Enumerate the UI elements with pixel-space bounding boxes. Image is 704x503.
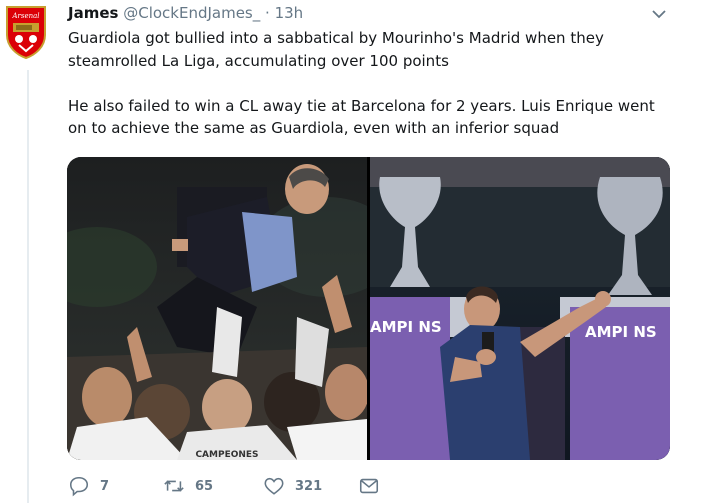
message-icon [359,478,379,494]
timestamp[interactable]: 13h [275,4,304,22]
thread-line [27,70,29,503]
avatar-text: Arsenal [11,12,39,20]
trophy-banner-left: AMPI NS [370,318,442,336]
chevron-down-icon[interactable] [652,9,666,19]
retweet-button[interactable]: 65 [163,474,213,498]
direct-message-button[interactable] [358,474,380,498]
tweet-actions: 7 65 321 [68,474,388,498]
tweet-header: James @ClockEndJames_ · 13h [68,3,303,23]
tweet-text: Guardiola got bullied into a sabbatical … [68,29,655,137]
avatar[interactable]: Arsenal [5,5,47,59]
reply-count: 7 [100,478,110,494]
author-name[interactable]: James [68,4,118,22]
media-photo-mourinho[interactable]: CAMPEONES [67,157,367,460]
tweet-media[interactable]: CAMPEONES AMPI NS AMPI NS [67,157,670,460]
jersey-text: CAMPEONES [195,450,258,460]
separator-dot: · [265,4,270,22]
like-button[interactable]: 321 [263,474,322,498]
media-photo-enrique[interactable]: AMPI NS AMPI NS [370,157,670,460]
reply-button[interactable]: 7 [68,474,109,498]
like-icon [264,477,284,495]
like-count: 321 [295,478,323,494]
trophy-banner-right: AMPI NS [585,323,657,341]
retweet-icon [164,480,184,492]
retweet-count: 65 [195,478,214,494]
reply-icon [69,476,89,497]
author-handle[interactable]: @ClockEndJames_ [123,4,260,22]
